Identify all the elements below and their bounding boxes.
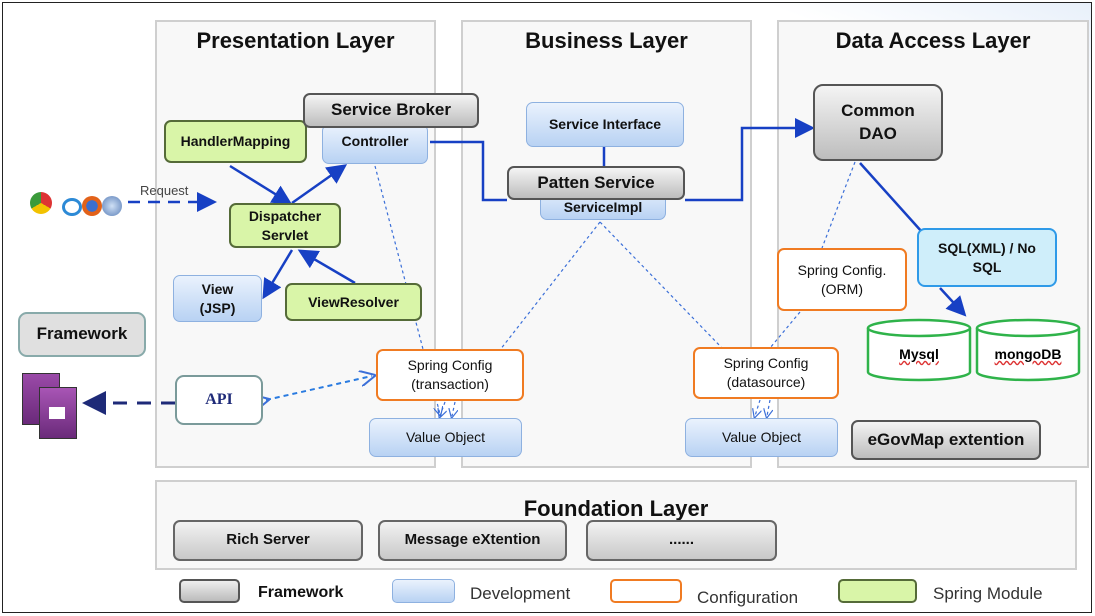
sql-nosql-node: SQL(XML) / No SQL: [917, 228, 1057, 287]
value-object-node: Value Object: [369, 418, 522, 457]
api-node: API: [175, 375, 263, 425]
handler-mapping-node: HandlerMapping: [164, 120, 307, 163]
controller-node: Controller: [322, 124, 428, 164]
safari-icon: [102, 196, 122, 216]
legend-label-development: Development: [470, 584, 571, 603]
view-jsp-node: View (JSP): [173, 275, 262, 322]
legend-label-configuration: Configuration: [697, 588, 799, 607]
framework-node: Framework: [18, 312, 146, 357]
legend-swatch-development: [392, 579, 455, 603]
spring-config-orm-node: Spring Config. (ORM): [777, 248, 907, 311]
ie-icon: [62, 198, 82, 216]
patten-service-node: Patten Service: [507, 166, 685, 200]
view-resolver-node: ViewResolver: [285, 283, 422, 321]
legend-label-framework: Framework: [258, 584, 344, 601]
chrome-icon: [30, 192, 52, 214]
legend-swatch-spring-module: [838, 579, 917, 603]
mysql-database: Mysql: [866, 318, 972, 382]
api-config-arrow: [266, 376, 372, 400]
spring-config-datasource-node: Spring Config (datasource): [693, 347, 839, 399]
request-label: Request: [140, 183, 189, 198]
value-object-node-2: Value Object: [685, 418, 838, 457]
service-broker-node: Service Broker: [303, 93, 479, 128]
legend-label-spring-module: Spring Module: [933, 584, 1043, 603]
spring-config-transaction-node: Spring Config (transaction): [376, 349, 524, 401]
common-dao-node: Common DAO: [813, 84, 943, 161]
legend-swatch-framework: [179, 579, 240, 603]
mongodb-database: mongoDB: [975, 318, 1081, 382]
firefox-icon: [82, 196, 102, 216]
service-interface-node: Service Interface: [526, 102, 684, 147]
foundation-item-rich-server: Rich Server: [173, 520, 363, 561]
foundation-item-message-extention: Message eXtention: [378, 520, 567, 561]
egovmap-extention-node: eGovMap extention: [851, 420, 1041, 460]
dispatcher-servlet-node: Dispatcher Servlet: [229, 203, 341, 248]
legend-swatch-configuration: [610, 579, 682, 603]
foundation-item-more: ......: [586, 520, 777, 561]
